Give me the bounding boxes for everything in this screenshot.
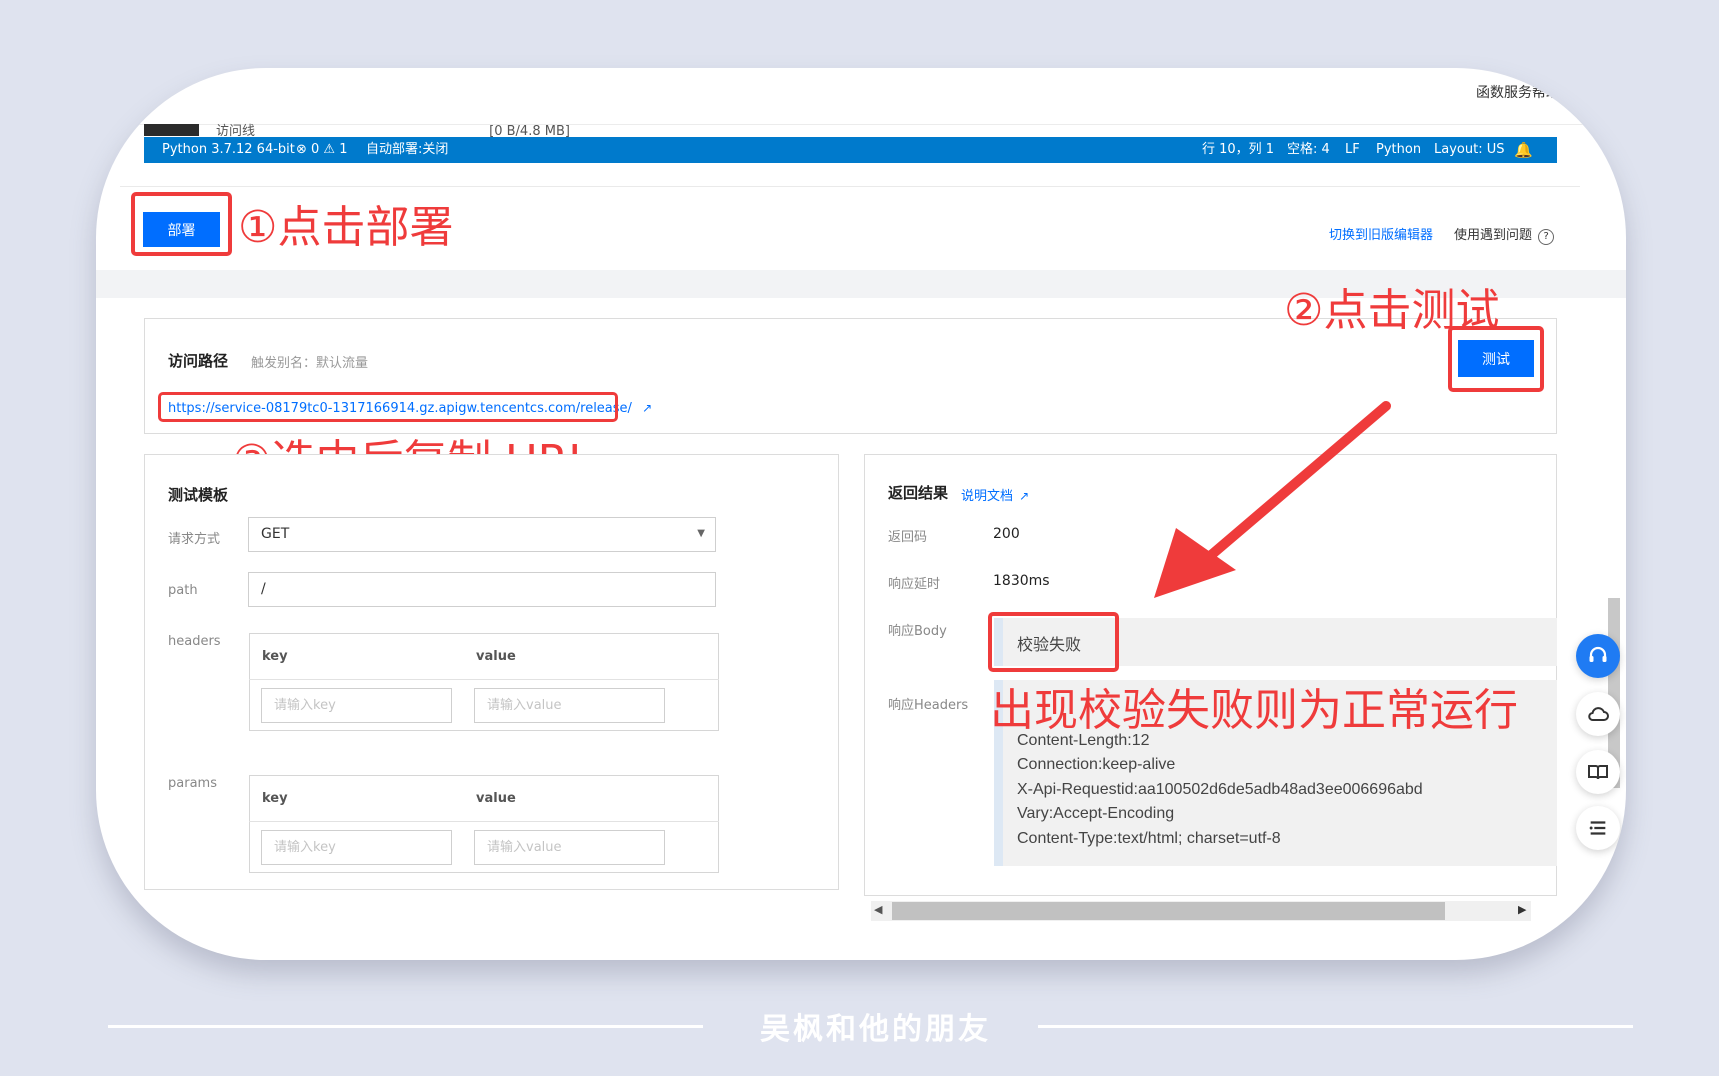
annotation-arrow	[1154, 401, 1391, 598]
headers-value-header: value	[476, 649, 516, 664]
book-icon[interactable]	[1576, 750, 1620, 794]
list-icon-glyph	[1589, 821, 1606, 835]
external-link-icon: ↗	[1019, 489, 1030, 503]
status-auto-deploy[interactable]: 自动部署:关闭	[366, 137, 448, 163]
status-layout[interactable]: Layout: US	[1434, 137, 1504, 163]
status-eol[interactable]: LF	[1345, 137, 1360, 163]
caret-down-icon: ▼	[697, 528, 705, 539]
headers-key-input[interactable]: 请输入key	[261, 688, 452, 723]
switch-old-editor-link[interactable]: 切换到旧版编辑器	[1329, 224, 1433, 243]
arrow-shaft	[1191, 401, 1391, 573]
status-python[interactable]: Python 3.7.12 64-bit	[162, 137, 295, 163]
headset-icon[interactable]	[1576, 634, 1620, 678]
headers-table-divider	[249, 679, 719, 680]
params-value-placeholder: 请输入value	[487, 840, 562, 855]
annotation-box-url	[158, 392, 618, 422]
footer-line-left	[108, 1025, 703, 1028]
response-header-line: Vary:Accept-Encoding	[1017, 805, 1175, 822]
headers-key-header: key	[262, 649, 288, 664]
status-problems[interactable]: ⊗ 0 ⚠ 1	[296, 137, 348, 163]
method-label: 请求方式	[168, 532, 221, 547]
path-label: path	[168, 583, 198, 598]
annotation-step2: ②点击测试	[1284, 285, 1500, 336]
list-icon[interactable]	[1576, 806, 1620, 850]
footer-line-right	[1038, 1025, 1633, 1028]
headset-icon-glyph	[1589, 646, 1607, 662]
bell-icon[interactable]: 🔔	[1514, 137, 1533, 163]
scrollbar-thumb[interactable]	[892, 902, 1445, 920]
doc-link[interactable]: 说明文档 ↗	[961, 485, 1029, 504]
code-value: 200	[993, 526, 1020, 542]
access-path-title: 访问路径	[168, 352, 229, 370]
problems-link[interactable]: 使用遇到问题 ?	[1454, 224, 1555, 245]
annotation-step1: ①点击部署	[238, 202, 454, 253]
headers-key-placeholder: 请输入key	[274, 698, 336, 713]
screenshot-card: 函数服务帮助 访问线 [0 B/4.8 MB] Python 3.7.12 64…	[96, 68, 1626, 960]
scroll-left-arrow-icon[interactable]: ◀	[874, 903, 882, 916]
params-value-header: value	[476, 791, 516, 806]
params-key-placeholder: 请输入key	[274, 840, 336, 855]
book-icon-glyph	[1588, 765, 1608, 780]
test-template-title: 测试模板	[168, 486, 229, 504]
params-key-input[interactable]: 请输入key	[261, 830, 452, 865]
editor-tab-strip	[144, 124, 199, 136]
method-select[interactable]: GET ▼	[248, 517, 716, 552]
params-label: params	[168, 776, 217, 791]
method-select-value: GET	[261, 526, 290, 542]
headers-label: headers	[168, 634, 221, 649]
footer-watermark: 吴枫和他的朋友	[760, 1012, 991, 1047]
params-key-header: key	[262, 791, 288, 806]
code-label: 返回码	[888, 530, 928, 545]
latency-value: 1830ms	[993, 573, 1050, 589]
status-language[interactable]: Python	[1376, 137, 1421, 163]
trigger-alias: 触发别名：默认流量	[251, 356, 369, 371]
response-header-line: Content-Type:text/html; charset=utf-8	[1017, 830, 1281, 847]
cloud-icon[interactable]	[1576, 692, 1620, 736]
annotation-box-deploy	[131, 192, 232, 256]
headers-value-input[interactable]: 请输入value	[474, 688, 665, 723]
path-input-value: /	[261, 581, 266, 597]
cloud-icon-glyph	[1588, 707, 1609, 721]
help-link[interactable]: 函数服务帮助	[1476, 82, 1560, 102]
response-header-line: Connection:keep-alive	[1017, 756, 1176, 773]
params-value-input[interactable]: 请输入value	[474, 830, 665, 865]
status-position[interactable]: 行 10，列 1	[1202, 137, 1274, 163]
status-spaces[interactable]: 空格: 4	[1287, 137, 1330, 163]
latency-label: 响应延时	[888, 577, 941, 592]
params-table-divider	[249, 821, 719, 822]
scroll-right-arrow-icon[interactable]: ▶	[1518, 903, 1526, 916]
problems-link-label: 使用遇到问题	[1454, 228, 1533, 243]
result-title: 返回结果	[888, 484, 949, 502]
response-header-line: X-Api-Requestid:aa100502d6de5adb48ad3ee0…	[1017, 781, 1423, 798]
path-input[interactable]: /	[248, 572, 716, 607]
doc-link-text: 说明文档	[961, 489, 1014, 504]
toolbar-divider	[120, 186, 1580, 187]
body-label: 响应Body	[888, 624, 947, 639]
annotation-note: 出现校验失败则为正常运行	[990, 685, 1518, 736]
external-link-icon: ↗	[642, 401, 653, 415]
headers-value-placeholder: 请输入value	[487, 698, 562, 713]
question-circle-icon: ?	[1538, 229, 1555, 245]
annotation-box-body	[988, 612, 1119, 672]
editor-status-bar: Python 3.7.12 64-bit ⊗ 0 ⚠ 1 自动部署:关闭 行 1…	[144, 137, 1557, 163]
response-headers-label: 响应Headers	[888, 698, 969, 713]
